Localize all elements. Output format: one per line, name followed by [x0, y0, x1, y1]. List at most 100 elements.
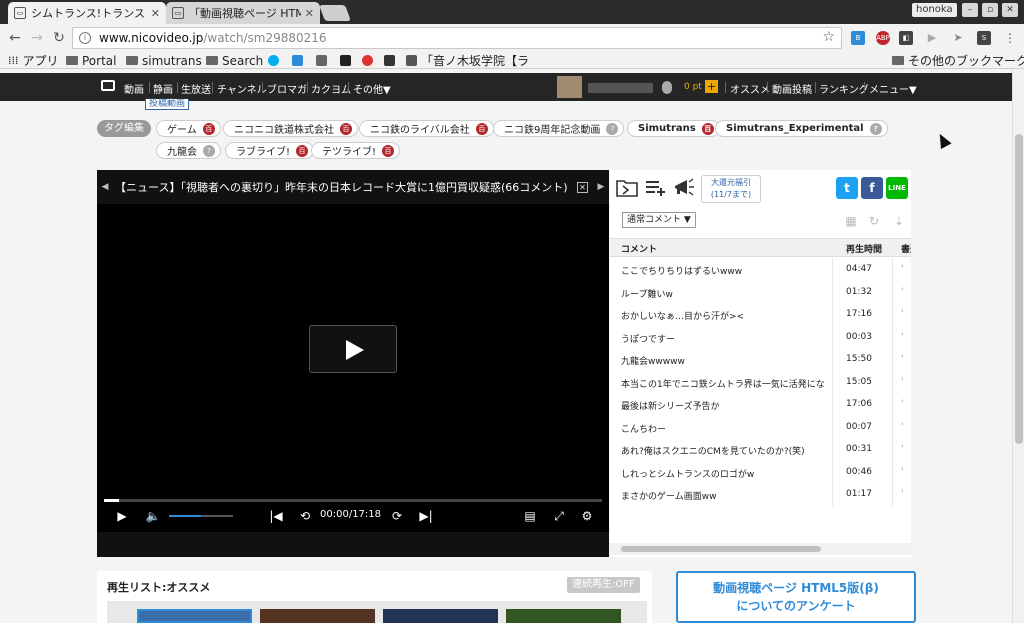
extension-icon[interactable]: B: [851, 31, 865, 45]
comment-row[interactable]: あれ?俺はスクエニのCMを見ていたのか?(笑) 00:31 ': [610, 438, 911, 461]
page-vertical-scrollbar[interactable]: [1012, 69, 1024, 623]
forward-10-icon[interactable]: ⟳: [388, 507, 406, 525]
comment-row[interactable]: ここでちりちりはずるいwww 04:47 ': [610, 258, 911, 281]
nav-douga[interactable]: 動画: [124, 81, 144, 96]
tag-item[interactable]: ゲーム 百: [156, 120, 221, 137]
add-points-button[interactable]: +: [705, 80, 718, 93]
scrollbar-thumb[interactable]: [1015, 134, 1023, 444]
add-playlist-icon[interactable]: [645, 177, 667, 197]
bookmark-folder-portal[interactable]: Portal: [66, 52, 116, 69]
comment-row[interactable]: ループ難いw 01:32 ': [610, 280, 911, 304]
comment-row[interactable]: うぽつですー 00:03 ': [610, 325, 911, 349]
tag-item[interactable]: Simutrans_Experimental ?: [715, 120, 888, 137]
playlist-thumbnail[interactable]: [137, 609, 252, 623]
nav-menu[interactable]: メニュー▼: [869, 81, 917, 96]
nav-live[interactable]: 生放送: [181, 81, 211, 96]
dictionary-icon[interactable]: 百: [382, 144, 395, 157]
dictionary-icon[interactable]: 百: [296, 144, 309, 157]
seek-bar[interactable]: [104, 499, 602, 502]
playlist-thumbnail[interactable]: [383, 609, 498, 623]
scrollbar-thumb[interactable]: [621, 546, 821, 552]
playlist-thumbnail[interactable]: [506, 609, 621, 623]
tag-edit-button[interactable]: タグ編集: [97, 120, 151, 137]
menu-icon[interactable]: ⋮: [1003, 31, 1017, 45]
bookmark-folder-search[interactable]: Search: [206, 52, 263, 69]
close-tab-icon[interactable]: ✕: [305, 7, 314, 20]
bookmark-folder-simutrans[interactable]: simutrans: [126, 52, 202, 69]
nav-other[interactable]: その他▼: [353, 81, 391, 96]
minimize-icon[interactable]: –: [962, 3, 978, 17]
tag-item[interactable]: ニコ鉄9周年記念動画 ?: [493, 120, 625, 137]
dictionary-icon[interactable]: 百: [475, 122, 488, 135]
profile-chip[interactable]: honoka: [912, 3, 957, 17]
extension-icon[interactable]: ◧: [899, 31, 913, 45]
bookmark-otonokizaka[interactable]: 「音ノ木坂学院【ラ: [406, 52, 529, 69]
browser-tab-active[interactable]: ▭ シムトランス!トランス ✕: [8, 2, 166, 24]
prev-arrow-icon[interactable]: ◀: [97, 182, 113, 192]
play-icon[interactable]: ▶: [113, 507, 131, 525]
nav-upload[interactable]: 動画投稿: [772, 81, 812, 96]
autoscroll-icon[interactable]: ⇣: [892, 214, 906, 228]
play-overlay-button[interactable]: [309, 325, 397, 373]
new-tab-button[interactable]: [319, 5, 351, 21]
dictionary-icon[interactable]: ?: [203, 144, 215, 157]
posted-video-link[interactable]: 投稿動画: [145, 99, 190, 110]
campaign-banner[interactable]: 大還元福引 (11/7まで): [701, 175, 761, 203]
close-tab-icon[interactable]: ✕: [151, 7, 160, 20]
bookmark-star-icon[interactable]: ☆: [822, 29, 835, 45]
nav-channel[interactable]: チャンネル: [217, 81, 267, 96]
bookmark-doc[interactable]: [316, 52, 327, 69]
user-avatar[interactable]: [557, 76, 582, 98]
maximize-icon[interactable]: ▫: [982, 3, 998, 17]
reload-icon[interactable]: ↻: [50, 29, 68, 47]
refresh-icon[interactable]: ↻: [867, 214, 881, 228]
comment-row[interactable]: 最後は新シリーズ予告か 17:06 ': [610, 393, 911, 416]
column-written[interactable]: 書込: [901, 242, 911, 255]
twitter-icon[interactable]: t: [836, 177, 858, 199]
info-icon[interactable]: i: [79, 32, 91, 44]
dictionary-icon[interactable]: ?: [869, 122, 882, 135]
close-window-icon[interactable]: ✕: [1002, 3, 1018, 17]
dictionary-icon[interactable]: ?: [606, 122, 619, 135]
playlist-thumbnail[interactable]: [260, 609, 375, 623]
comment-row[interactable]: まさかのゲーム画面ww 01:17 ': [610, 483, 911, 506]
mylist-folder-icon[interactable]: [616, 177, 638, 197]
adblock-icon[interactable]: ABP: [876, 31, 890, 45]
niconico-logo-icon[interactable]: [101, 80, 115, 91]
tag-item[interactable]: ニコ鉄のライバル会社 百: [359, 120, 494, 137]
forward-arrow-icon[interactable]: →: [28, 29, 46, 47]
tag-item[interactable]: ラブライブ! 百: [225, 142, 315, 159]
advertise-megaphone-icon[interactable]: [673, 177, 695, 197]
rewind-10-icon[interactable]: ⟲: [296, 507, 314, 525]
next-arrow-icon[interactable]: ▶: [593, 182, 609, 192]
fullscreen-icon[interactable]: ⤢: [550, 507, 568, 525]
bookmark-red[interactable]: [362, 52, 373, 69]
bookmark-train[interactable]: [384, 52, 395, 69]
facebook-icon[interactable]: f: [861, 177, 883, 199]
tag-item[interactable]: テツライブ! 百: [311, 142, 401, 159]
column-comment[interactable]: コメント: [621, 242, 657, 255]
bookmark-skype[interactable]: [268, 52, 279, 69]
comment-row[interactable]: こんちわー 00:07 ': [610, 415, 911, 439]
volume-icon[interactable]: 🔈: [144, 507, 162, 525]
nav-seiga[interactable]: 静画: [153, 81, 173, 96]
comment-row[interactable]: 九龍会wwwww 15:50 ': [610, 348, 911, 371]
nav-kakuyomu[interactable]: カクヨム: [311, 81, 351, 96]
video-player[interactable]: ◀ 【ニュース】「視聴者への裏切り」昨年末の日本レコード大賞に1億円買収疑惑(6…: [97, 170, 609, 557]
volume-slider[interactable]: [169, 515, 233, 517]
comment-toggle-icon[interactable]: ▤: [521, 507, 539, 525]
address-bar[interactable]: i www.nicovideo.jp/watch/sm29880216 ☆: [72, 27, 842, 49]
nav-ranking[interactable]: ランキング: [819, 81, 869, 96]
dictionary-icon[interactable]: 百: [701, 122, 714, 135]
line-icon[interactable]: LINE: [886, 177, 908, 199]
survey-button[interactable]: 動画視聴ページ HTML5版(β) についてのアンケート: [676, 571, 916, 623]
comment-horizontal-scrollbar[interactable]: [610, 543, 911, 555]
close-title-icon[interactable]: ✕: [577, 181, 588, 193]
skip-to-start-icon[interactable]: |◀: [267, 507, 285, 525]
tag-item[interactable]: 九龍会 ?: [156, 142, 221, 159]
back-arrow-icon[interactable]: ←: [6, 29, 24, 47]
video-title[interactable]: 【ニュース】「視聴者への裏切り」昨年末の日本レコード大賞に1億円買収疑惑(66コ…: [113, 179, 577, 195]
comment-row[interactable]: しれっとシムトランスのロゴがw 00:46 ': [610, 460, 911, 484]
column-time[interactable]: 再生時間: [846, 242, 882, 255]
extension-icon[interactable]: ➤: [951, 31, 965, 45]
